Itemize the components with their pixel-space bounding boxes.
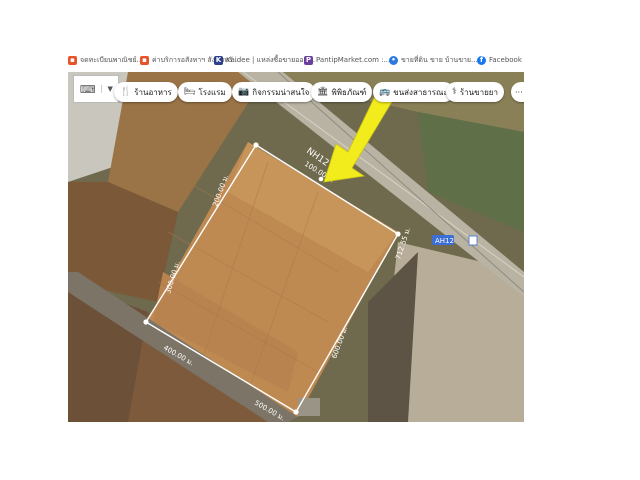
bookmark-favicon-orange: ▪: [140, 55, 149, 65]
bookmark-item[interactable]: K Kaidee | แหล่งซื้อขายออน...: [214, 54, 315, 66]
bookmark-label: จดทะเบียนพาณิชย์...: [80, 55, 144, 64]
bookmark-label: Kaidee | แหล่งซื้อขายออน...: [226, 55, 316, 64]
satellite-map[interactable]: NH12 100.00 ม. 200.00 ม. 300.00 ม. 400.0…: [68, 72, 524, 422]
chip-pharmacies[interactable]: ⚕ ร้านขายยา: [446, 82, 504, 102]
chip-things-to-do[interactable]: 📷 กิจกรรมน่าสนใจ: [232, 82, 316, 102]
pantip-icon: P: [304, 55, 313, 65]
chip-label: ร้านอาหาร: [134, 87, 172, 97]
bookmark-item[interactable]: P PantipMarket.com :...: [304, 54, 390, 66]
museum-icon: 🏛: [317, 87, 329, 97]
camera-icon: 📷: [238, 87, 250, 97]
chip-more[interactable]: ···: [511, 82, 524, 102]
chip-transit[interactable]: 🚌 ขนส่งสาธารณะ: [373, 82, 454, 102]
bookmark-label: Facebook: [489, 56, 522, 64]
facebook-icon: f: [477, 55, 486, 65]
bed-icon: 🛏: [184, 87, 196, 97]
chip-hotels[interactable]: 🛏 โรงแรม: [178, 82, 232, 102]
globe-icon: •: [389, 55, 398, 65]
chip-label: ร้านขายยา: [459, 87, 498, 97]
chip-museums[interactable]: 🏛 พิพิธภัณฑ์: [311, 82, 373, 102]
chip-label: พิพิธภัณฑ์: [331, 87, 367, 97]
chip-label: ขนส่งสาธารณะ: [393, 87, 448, 97]
svg-text:AH12: AH12: [435, 237, 454, 245]
more-icon: ···: [515, 87, 523, 97]
chip-label: โรงแรม: [198, 87, 226, 97]
bus-icon: 🚌: [379, 87, 391, 97]
satellite-imagery: NH12 100.00 ม. 200.00 ม. 300.00 ม. 400.0…: [68, 72, 524, 422]
bookmark-item[interactable]: f Facebook: [477, 54, 522, 66]
category-chips: 🍴 ร้านอาหาร 🛏 โรงแรม 📷 กิจกรรมน่าสนใจ 🏛 …: [68, 82, 524, 106]
bookmark-label: ขายที่ดิน ขาย บ้านขาย...: [401, 55, 478, 64]
chip-restaurants[interactable]: 🍴 ร้านอาหาร: [114, 82, 178, 102]
kaidee-icon: K: [214, 55, 223, 65]
fork-knife-icon: 🍴: [120, 87, 132, 97]
bookmark-item[interactable]: ▪ จดทะเบียนพาณิชย์...: [68, 54, 143, 66]
pharmacy-icon: ⚕: [452, 87, 457, 97]
bookmark-label: PantipMarket.com :...: [316, 56, 391, 64]
bookmarks-bar: ▪ จดทะเบียนพาณิชย์... ▪ ค่าบริการอสังหาฯ…: [64, 52, 534, 68]
chip-label: กิจกรรมน่าสนใจ: [252, 87, 310, 97]
bookmark-item[interactable]: • ขายที่ดิน ขาย บ้านขาย...: [389, 54, 478, 66]
bookmark-favicon-orange: ▪: [68, 55, 77, 65]
